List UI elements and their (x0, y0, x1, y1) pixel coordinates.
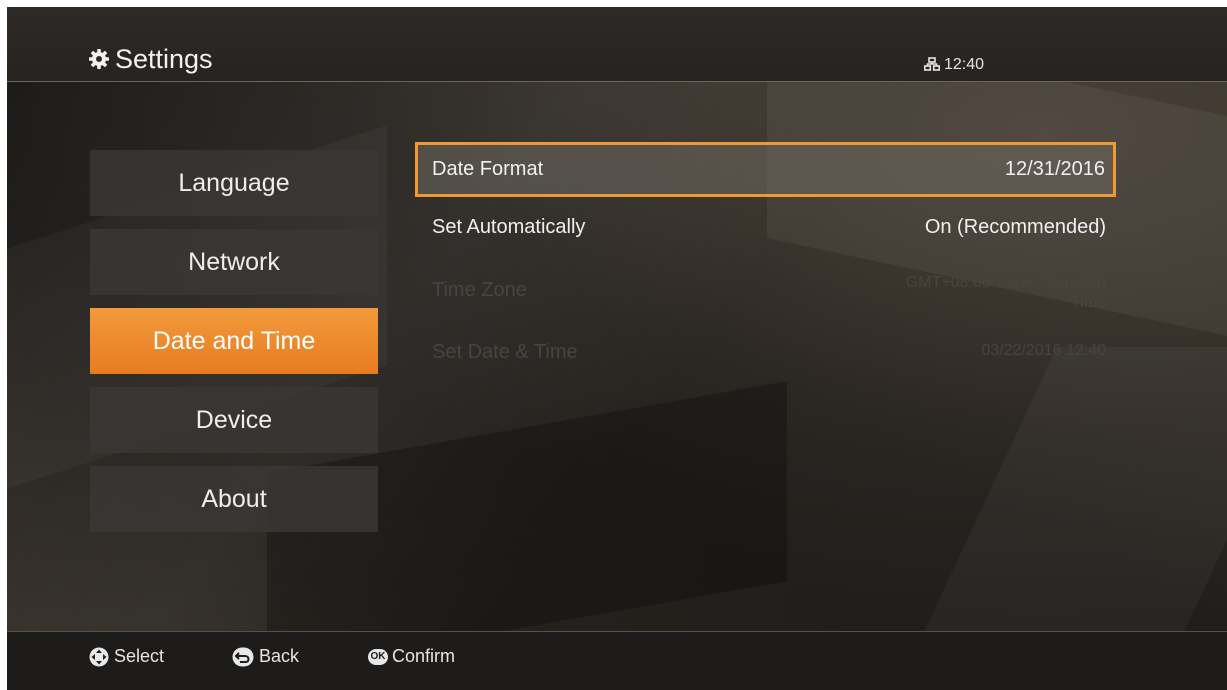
setting-label: Date Format (432, 158, 544, 180)
hint-label: Select (114, 646, 165, 666)
ok-icon: OK (368, 648, 388, 665)
network-icon (924, 57, 940, 71)
setting-value: On (Recommended) (924, 216, 1106, 238)
setting-value: 12/31/2016 (1004, 158, 1105, 180)
hint-back: Back (232, 646, 299, 667)
clock-time: 12:40 (944, 56, 985, 73)
sidebar-item-network[interactable]: Network (90, 229, 378, 295)
settings-screen: Settings 12:40 Language Network Date and… (7, 7, 1227, 690)
hint-label: Back (259, 646, 300, 666)
header-bar: Settings 12:40 (7, 7, 1227, 82)
gear-icon (89, 49, 109, 69)
setting-value: 03/22/2016 12:40 (981, 342, 1106, 359)
sidebar-item-label: Network (188, 247, 280, 276)
sidebar-item-language[interactable]: Language (90, 150, 378, 216)
dpad-icon (89, 647, 109, 666)
hint-confirm: OK Confirm (368, 646, 455, 667)
sidebar-item-label: Device (195, 405, 273, 434)
background-facet (917, 347, 1227, 647)
setting-row-time-zone: Time Zone GMT+08:00 Taipei Standard Time (415, 263, 1116, 318)
hint-label: Confirm (392, 646, 456, 666)
sidebar-item-label: Date and Time (152, 326, 316, 355)
setting-value-line: Time (1071, 294, 1106, 311)
setting-row-set-automatically[interactable]: Set Automatically On (Recommended) (415, 200, 1116, 255)
setting-value-line: GMT+08:00 Taipei Standard (905, 274, 1106, 291)
setting-row-date-format[interactable]: Date Format 12/31/2016 (415, 142, 1116, 197)
page-title: Settings (115, 44, 213, 74)
sidebar-item-label: About (201, 484, 267, 513)
setting-label: Time Zone (432, 279, 527, 301)
sidebar-item-date-and-time[interactable]: Date and Time (90, 308, 378, 374)
setting-label: Set Automatically (432, 216, 586, 238)
setting-value: GMT+08:00 Taipei Standard Time (906, 273, 1106, 313)
sidebar-item-label: Language (178, 168, 290, 197)
sidebar-item-about[interactable]: About (90, 466, 378, 532)
hint-select: Select (89, 646, 164, 667)
back-icon (232, 647, 254, 666)
footer-bar: Select Back OK Confirm (7, 631, 1227, 690)
setting-label: Set Date & Time (432, 341, 578, 363)
setting-row-set-date-time: Set Date & Time 03/22/2016 12:40 (415, 325, 1116, 380)
sidebar-item-device[interactable]: Device (90, 387, 378, 453)
